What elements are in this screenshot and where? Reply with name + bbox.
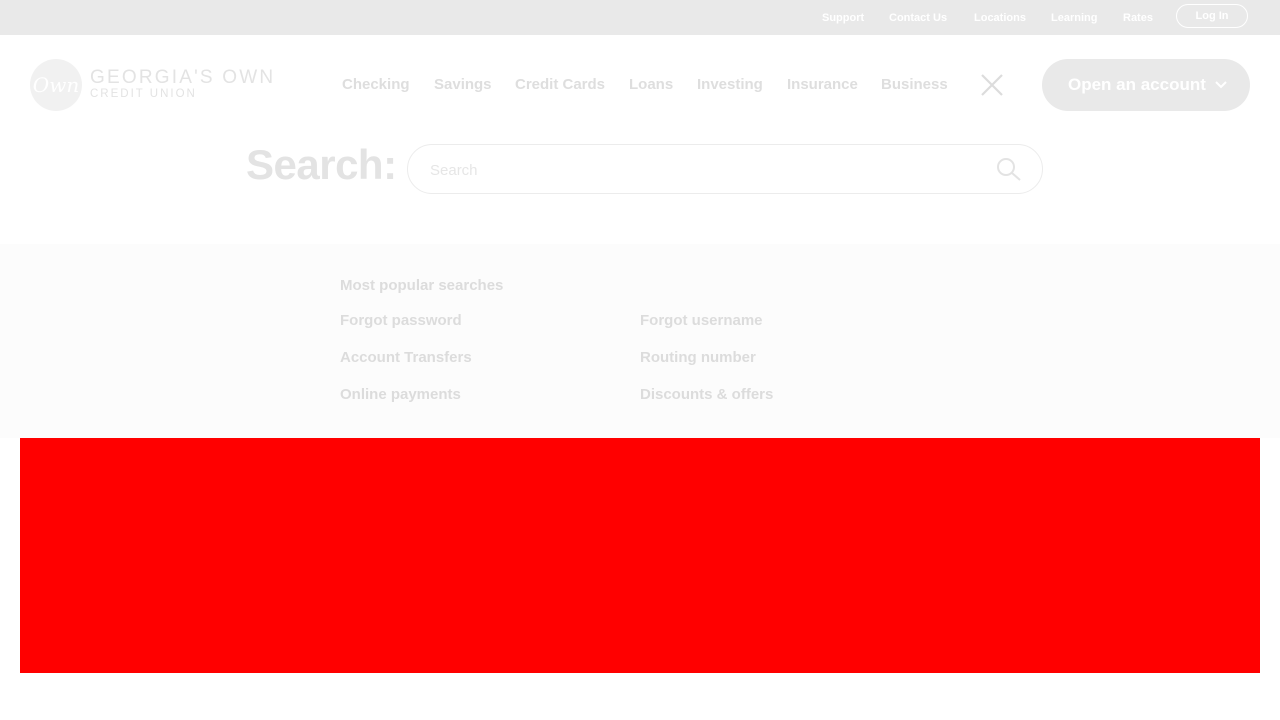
popular-searches-panel: Most popular searches Forgot password Fo… — [0, 244, 1280, 438]
nav-savings[interactable]: Savings — [434, 76, 492, 93]
learning-link[interactable]: Learning — [1051, 12, 1097, 24]
contact-us-link[interactable]: Contact Us — [889, 12, 947, 24]
logo-name[interactable]: GEORGIA'S OWN — [90, 67, 275, 89]
search-box[interactable] — [407, 144, 1043, 194]
popular-link-account-transfers[interactable]: Account Transfers — [340, 349, 472, 366]
open-account-button[interactable]: Open an account — [1042, 59, 1250, 111]
open-account-label: Open an account — [1068, 75, 1206, 94]
nav-checking[interactable]: Checking — [342, 76, 410, 93]
login-button[interactable]: Log In — [1176, 4, 1248, 28]
popular-link-forgot-username[interactable]: Forgot username — [640, 312, 763, 329]
popular-searches-title: Most popular searches — [340, 277, 504, 294]
popular-link-routing-number[interactable]: Routing number — [640, 349, 756, 366]
search-heading: Search: — [246, 141, 397, 188]
search-input[interactable] — [428, 157, 972, 183]
nav-insurance[interactable]: Insurance — [787, 76, 858, 93]
nav-investing[interactable]: Investing — [697, 76, 763, 93]
nav-business[interactable]: Business — [881, 76, 948, 93]
rates-link[interactable]: Rates — [1123, 12, 1153, 24]
utility-bar: Support Contact Us Locations Learning Ra… — [0, 0, 1280, 35]
red-content-block — [20, 438, 1260, 673]
support-link[interactable]: Support — [822, 12, 864, 24]
logo-subtitle: CREDIT UNION — [90, 88, 197, 100]
close-icon[interactable] — [980, 73, 1004, 97]
logo-mark-text: Own — [32, 73, 80, 97]
locations-link[interactable]: Locations — [974, 12, 1026, 24]
popular-link-online-payments[interactable]: Online payments — [340, 386, 461, 403]
search-icon[interactable] — [996, 157, 1022, 183]
chevron-down-icon — [1215, 81, 1227, 89]
popular-link-forgot-password[interactable]: Forgot password — [340, 312, 462, 329]
nav-credit-cards[interactable]: Credit Cards — [515, 76, 605, 93]
logo-icon[interactable]: Own — [30, 59, 82, 111]
popular-link-discounts-offers[interactable]: Discounts & offers — [640, 386, 773, 403]
nav-loans[interactable]: Loans — [629, 76, 673, 93]
